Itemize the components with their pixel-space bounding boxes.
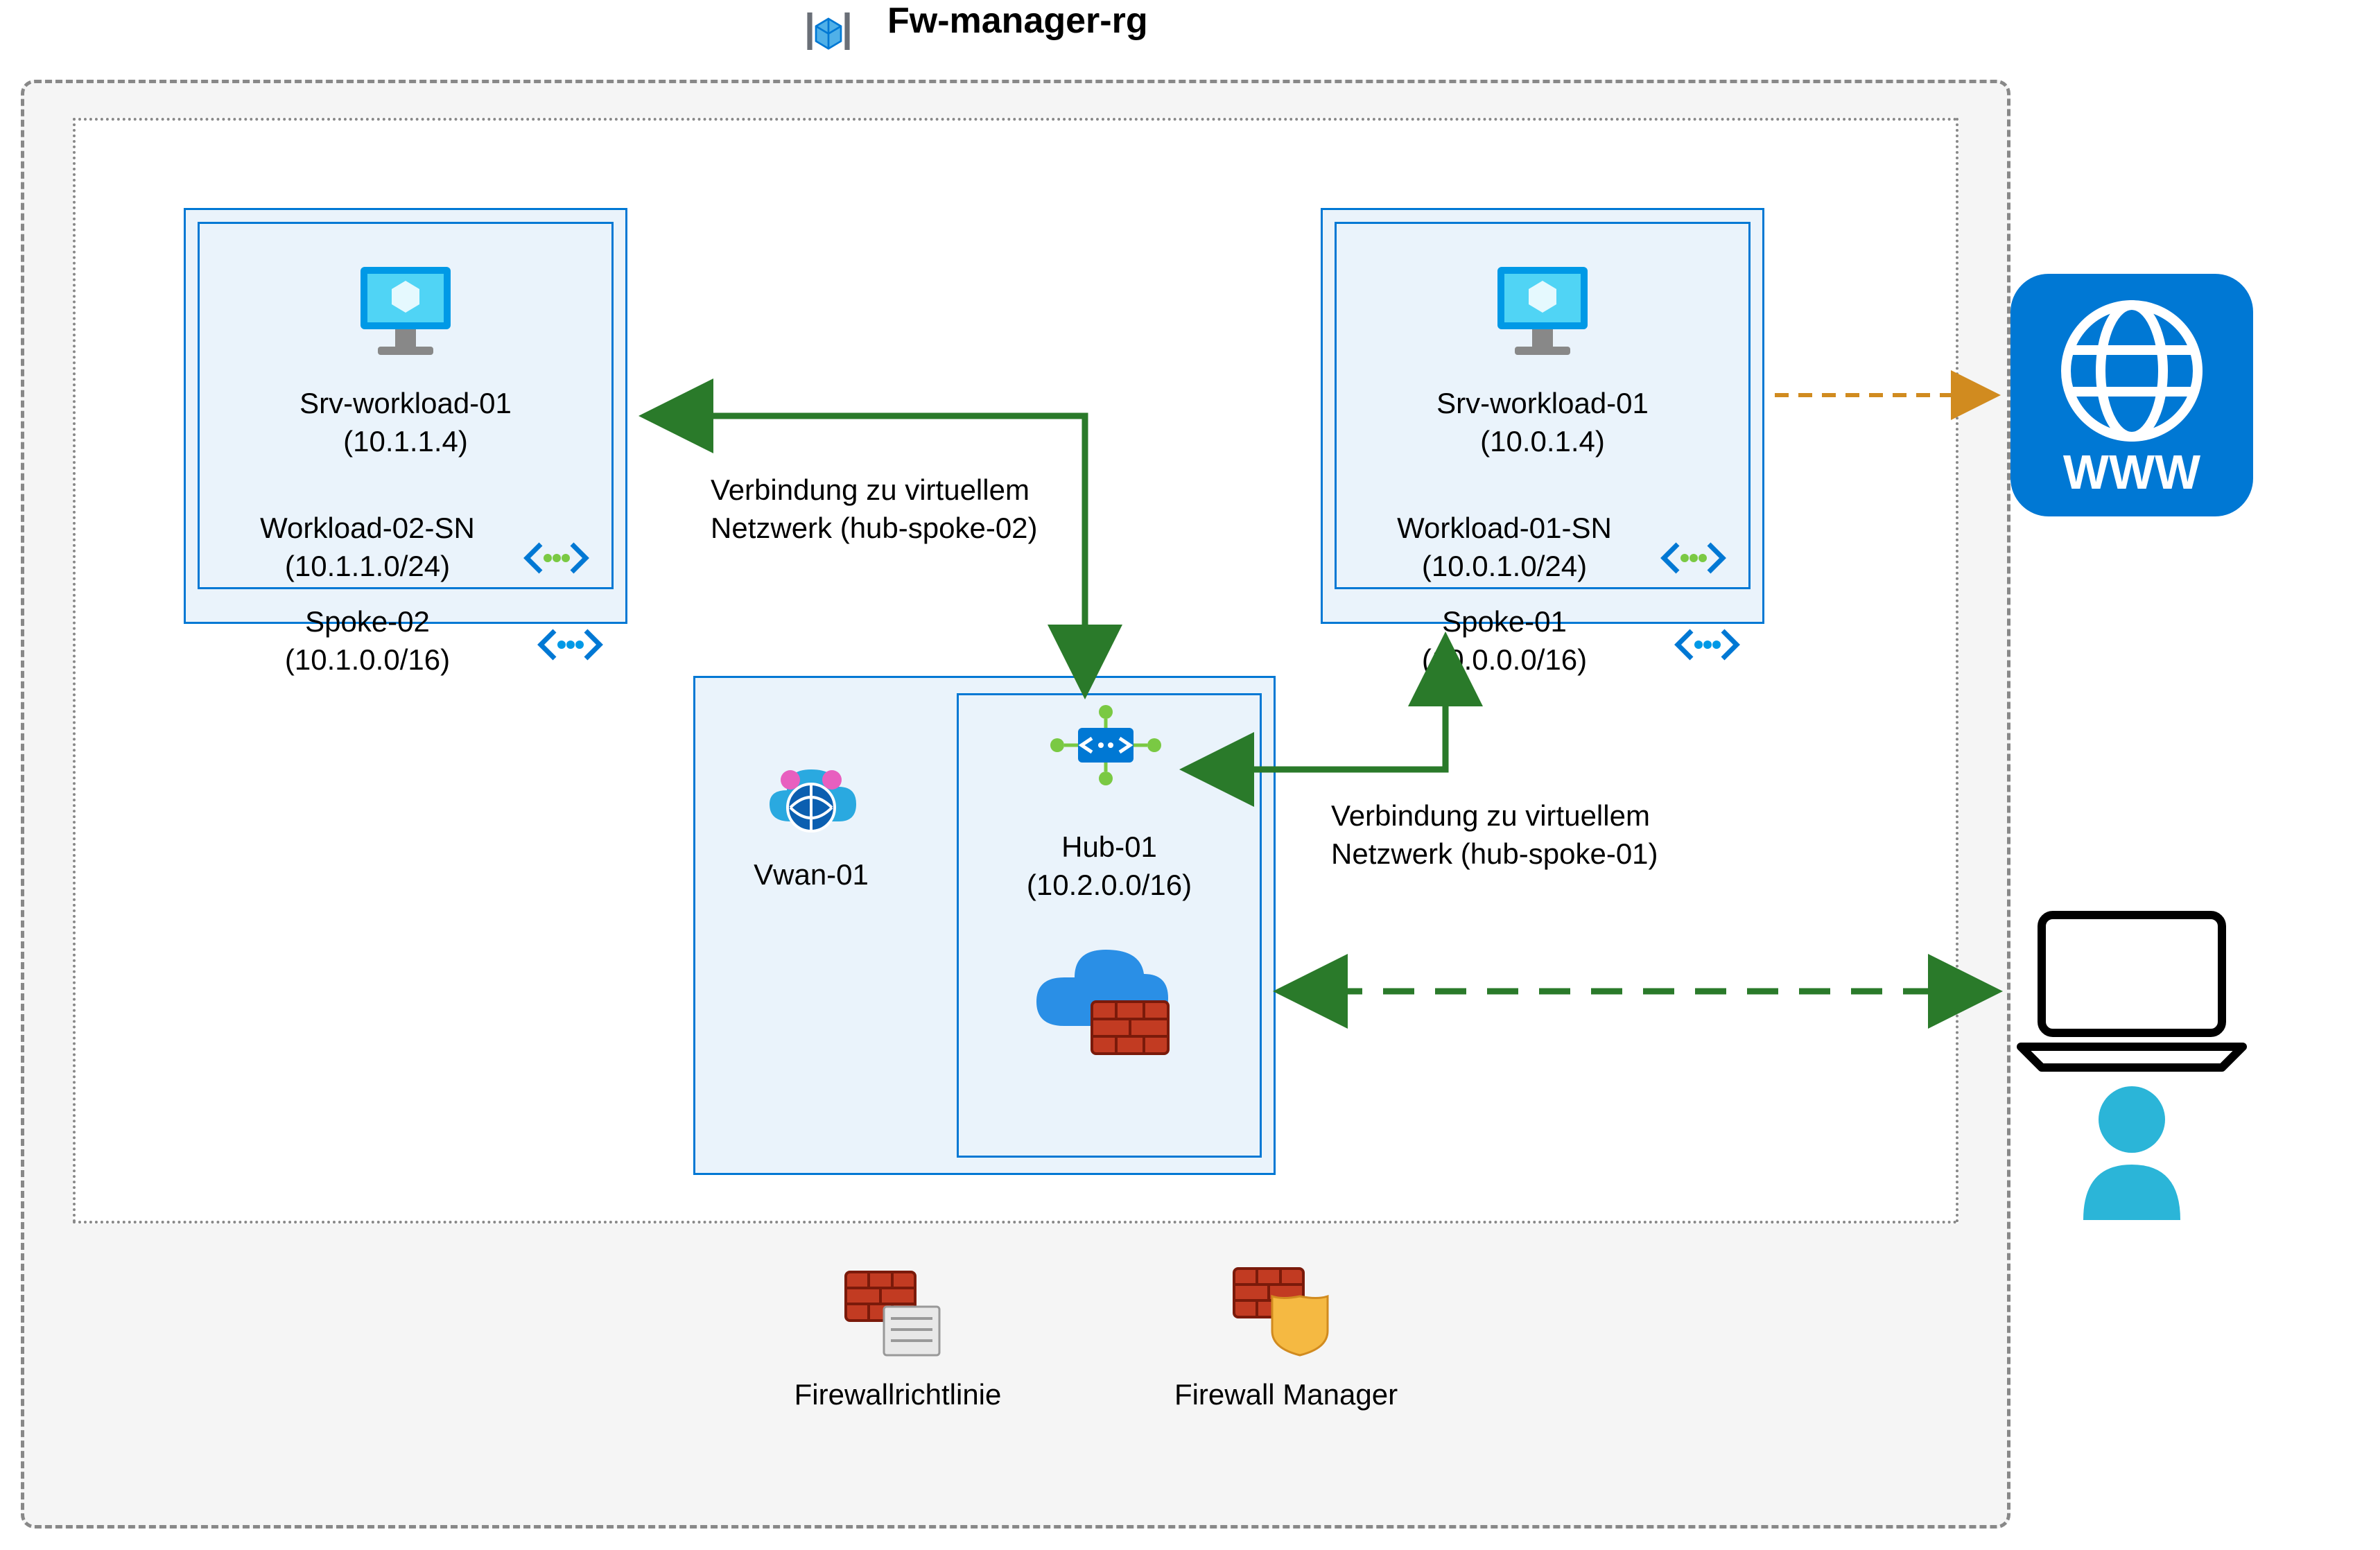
laptop-icon [2014, 901, 2250, 1074]
conn-02-label-1: Verbindung zu virtuellem [711, 471, 1071, 510]
conn-01-label-1: Verbindung zu virtuellem [1331, 797, 1692, 835]
spoke-01-vm-name: Srv-workload-01 [1369, 385, 1716, 423]
vnet-icon [1674, 624, 1740, 665]
user-icon [2073, 1081, 2191, 1220]
firewall-manager-icon [1231, 1265, 1335, 1359]
spoke-02-subnet-name: Workload-02-SN [198, 510, 537, 548]
spoke-01-vnet-cidr: (10.0.0.0/16) [1335, 641, 1674, 679]
hub-cidr: (10.2.0.0/16) [991, 867, 1227, 905]
spoke-02-vm-name: Srv-workload-01 [232, 385, 579, 423]
spoke-02-vm-ip: (10.1.1.4) [232, 423, 579, 461]
spoke-02-vnet-cidr: (10.1.0.0/16) [198, 641, 537, 679]
firewall-policy-icon [842, 1269, 946, 1359]
vnet-icon [537, 624, 603, 665]
legend-firewall-manager: Firewall Manager [1165, 1376, 1407, 1414]
spoke-01-vnet-name: Spoke-01 [1335, 603, 1674, 641]
resource-group-icon [797, 0, 860, 62]
vm-icon [354, 260, 458, 357]
www-icon: WWW [2010, 274, 2253, 516]
vwan-icon [759, 742, 863, 846]
spoke-02-vnet-name: Spoke-02 [198, 603, 537, 641]
hub-name: Hub-01 [991, 828, 1227, 867]
spoke-01-vm-ip: (10.0.1.4) [1369, 423, 1716, 461]
svg-text:WWW: WWW [2063, 445, 2200, 499]
spoke-02-subnet-cidr: (10.1.1.0/24) [198, 548, 537, 586]
subnet-icon [523, 537, 589, 579]
legend-firewall-policy: Firewallrichtlinie [776, 1376, 1019, 1414]
subnet-icon [1660, 537, 1726, 579]
spoke-01-subnet-name: Workload-01-SN [1335, 510, 1674, 548]
vwan-name: Vwan-01 [724, 856, 898, 894]
hub-icon [1047, 704, 1165, 787]
vm-icon [1491, 260, 1595, 357]
firewall-cloud-icon [1026, 922, 1179, 1061]
spoke-01-subnet-cidr: (10.0.1.0/24) [1335, 548, 1674, 586]
conn-01-label-2: Netzwerk (hub-spoke-01) [1331, 835, 1692, 873]
resource-group-title: Fw-manager-rg [887, 0, 1148, 42]
conn-02-label-2: Netzwerk (hub-spoke-02) [711, 510, 1071, 548]
